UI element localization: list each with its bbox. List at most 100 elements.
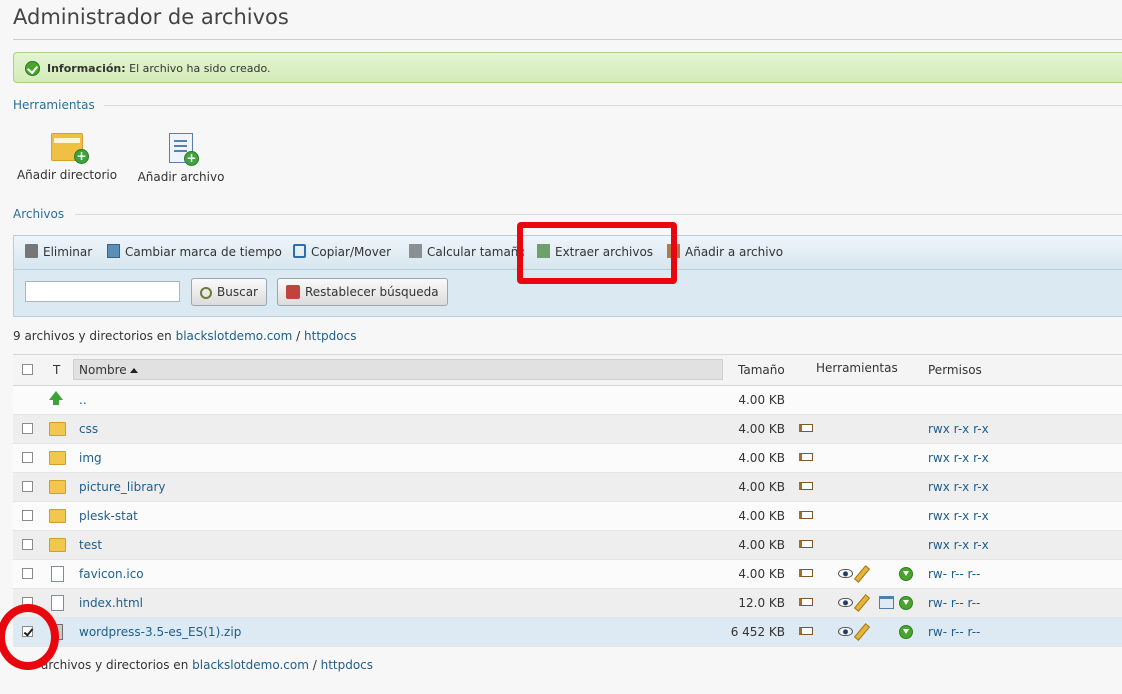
- title-divider: [13, 39, 1122, 40]
- domain-link[interactable]: blackslotdemo.com: [176, 329, 293, 343]
- permissions-link[interactable]: rw- r-- r--: [928, 596, 980, 610]
- permissions-link[interactable]: rwx r-x r-x: [928, 509, 989, 523]
- permissions-link[interactable]: rw- r-- r--: [928, 625, 980, 639]
- table-row[interactable]: test 4.00 KB rwx r-x r-x: [13, 531, 1122, 560]
- reset-search-button[interactable]: Restablecer búsqueda: [277, 278, 448, 306]
- summary-count-text-bottom: archivos y directorios en: [41, 658, 189, 672]
- permissions-link[interactable]: rwx r-x r-x: [928, 422, 989, 436]
- properties-icon[interactable]: [799, 482, 813, 490]
- add-to-archive-button[interactable]: Añadir a archivo: [667, 244, 783, 259]
- file-size: 4.00 KB: [738, 422, 785, 436]
- download-icon[interactable]: [899, 596, 913, 610]
- folder-icon: [49, 451, 66, 465]
- folder-icon: [49, 509, 66, 523]
- folder-link[interactable]: httpdocs: [304, 329, 356, 343]
- permissions-link[interactable]: rw- r-- r--: [928, 567, 980, 581]
- file-name-link[interactable]: wordpress-3.5-es_ES(1).zip: [79, 625, 241, 639]
- table-row[interactable]: wordpress-3.5-es_ES(1).zip 6 452 KB rw- r-…: [13, 618, 1122, 647]
- view-eye-icon[interactable]: [838, 627, 853, 636]
- file-size: 4.00 KB: [738, 451, 785, 465]
- file-name-link[interactable]: ..: [79, 393, 87, 407]
- properties-icon[interactable]: [799, 424, 813, 432]
- file-name-link[interactable]: favicon.ico: [79, 567, 144, 581]
- browser-preview-icon[interactable]: [879, 596, 894, 609]
- permissions-link[interactable]: rwx r-x r-x: [928, 538, 989, 552]
- permissions-link[interactable]: rwx r-x r-x: [928, 451, 989, 465]
- file-name-link[interactable]: test: [79, 538, 102, 552]
- file-name-link[interactable]: picture_library: [79, 480, 166, 494]
- file-size: 4.00 KB: [738, 567, 785, 581]
- table-row[interactable]: picture_library 4.00 KB rwx r-x r-x: [13, 473, 1122, 502]
- add-directory-button[interactable]: + Añadir directorio: [16, 133, 118, 182]
- copy-move-button[interactable]: Copiar/Mover: [293, 244, 391, 259]
- table-row[interactable]: .. 4.00 KB: [13, 386, 1122, 415]
- file-size: 4.00 KB: [738, 480, 785, 494]
- table-row[interactable]: plesk-stat 4.00 KB rwx r-x r-x: [13, 502, 1122, 531]
- properties-icon[interactable]: [799, 453, 813, 461]
- properties-icon[interactable]: [799, 511, 813, 519]
- edit-pencil-icon[interactable]: [853, 594, 871, 612]
- table-row[interactable]: favicon.ico 4.00 KB rw- r-- r--: [13, 560, 1122, 589]
- row-checkbox[interactable]: [22, 568, 33, 579]
- folder-icon: [49, 538, 66, 552]
- extract-icon: [537, 244, 550, 258]
- table-row[interactable]: img 4.00 KB rwx r-x r-x: [13, 444, 1122, 473]
- row-checkbox[interactable]: [22, 597, 33, 608]
- permissions-link[interactable]: rwx r-x r-x: [928, 480, 989, 494]
- info-message: Información: El archivo ha sido creado.: [13, 52, 1122, 83]
- row-checkbox[interactable]: [22, 510, 33, 521]
- table-header: T Nombre Tamaño Herramientas Permisos: [13, 354, 1122, 386]
- properties-icon[interactable]: [799, 598, 813, 606]
- file-size: 4.00 KB: [738, 509, 785, 523]
- search-button-label: Buscar: [217, 285, 258, 299]
- table-row[interactable]: index.html 12.0 KB rw- r-- r--: [13, 589, 1122, 618]
- name-column-header[interactable]: Nombre: [73, 359, 723, 380]
- properties-icon[interactable]: [799, 627, 813, 635]
- file-name-link[interactable]: css: [79, 422, 98, 436]
- change-timestamp-button[interactable]: Cambiar marca de tiempo: [107, 244, 282, 259]
- add-file-button[interactable]: + Añadir archivo: [136, 133, 226, 184]
- edit-pencil-icon[interactable]: [853, 623, 871, 641]
- type-column-header[interactable]: T: [53, 363, 60, 377]
- up-arrow-icon: [49, 391, 63, 405]
- file-name-link[interactable]: index.html: [79, 596, 143, 610]
- files-section-rule: [75, 214, 1122, 215]
- row-checkbox[interactable]: [22, 626, 33, 637]
- edit-pencil-icon[interactable]: [853, 565, 871, 583]
- trash-icon: [25, 244, 38, 258]
- select-all-checkbox[interactable]: [22, 364, 33, 375]
- delete-button[interactable]: Eliminar: [25, 244, 92, 259]
- permissions-column-header[interactable]: Permisos: [928, 363, 982, 377]
- search-input[interactable]: [25, 281, 180, 302]
- folder-icon: [49, 422, 66, 436]
- change-timestamp-label: Cambiar marca de tiempo: [125, 245, 282, 259]
- properties-icon[interactable]: [799, 540, 813, 548]
- row-checkbox[interactable]: [22, 452, 33, 463]
- plus-icon: +: [74, 149, 89, 164]
- domain-link-bottom[interactable]: blackslotdemo.com: [192, 658, 309, 672]
- view-eye-icon[interactable]: [838, 598, 853, 607]
- folder-link-bottom[interactable]: httpdocs: [321, 658, 373, 672]
- download-icon[interactable]: [899, 625, 913, 639]
- calculate-size-button[interactable]: Calcular tamaño: [409, 244, 524, 259]
- row-checkbox[interactable]: [22, 423, 33, 434]
- extract-files-button[interactable]: Extraer archivos: [537, 244, 653, 259]
- tools-section-title: Herramientas: [13, 98, 95, 112]
- properties-icon[interactable]: [799, 569, 813, 577]
- folder-icon: [49, 480, 66, 494]
- size-column-header[interactable]: Tamaño: [738, 363, 785, 377]
- file-name-link[interactable]: plesk-stat: [79, 509, 138, 523]
- timestamp-icon: [107, 244, 120, 258]
- info-message-body: El archivo ha sido creado.: [129, 62, 271, 75]
- view-eye-icon[interactable]: [838, 569, 853, 578]
- file-name-link[interactable]: img: [79, 451, 102, 465]
- table-row[interactable]: css 4.00 KB rwx r-x r-x: [13, 415, 1122, 444]
- row-checkbox[interactable]: [22, 539, 33, 550]
- info-message-label: Información:: [47, 62, 126, 75]
- row-checkbox[interactable]: [22, 481, 33, 492]
- zip-file-icon: [52, 624, 63, 640]
- calculator-icon: [409, 244, 422, 258]
- path-separator: /: [296, 329, 301, 343]
- search-button[interactable]: Buscar: [191, 278, 267, 306]
- download-icon[interactable]: [899, 567, 913, 581]
